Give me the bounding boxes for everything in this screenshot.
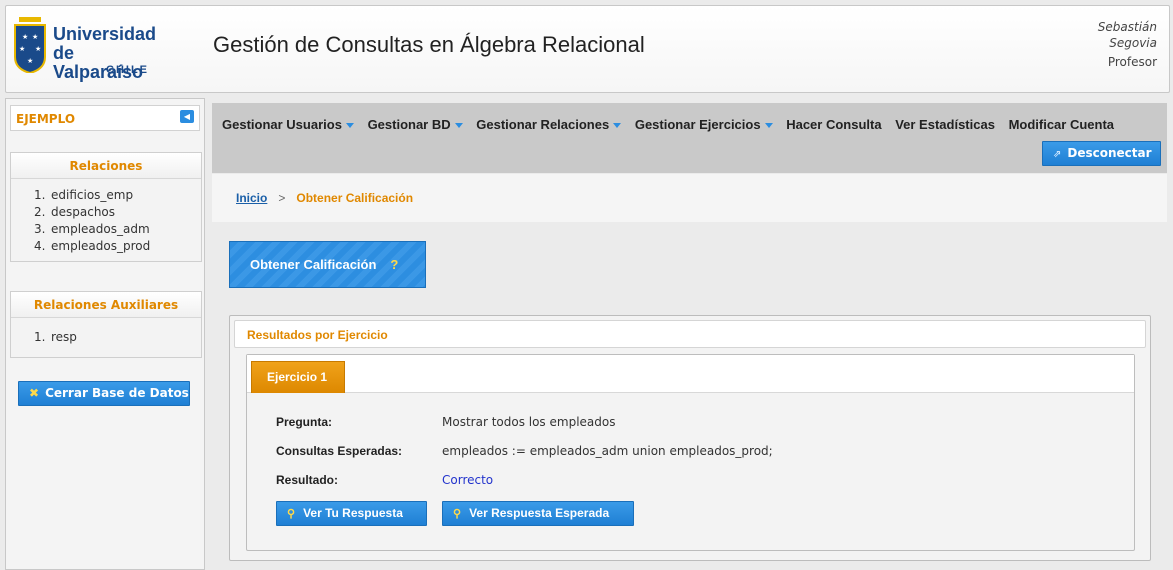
nav-hacer-consulta[interactable]: Hacer Consulta bbox=[786, 117, 881, 132]
expected-label: Consultas Esperadas: bbox=[276, 444, 403, 458]
exercise-tabbar: Ejercicio 1 bbox=[247, 355, 1134, 393]
view-expected-answer-button[interactable]: ⚲ Ver Respuesta Esperada bbox=[442, 501, 634, 526]
relation-name: empleados_prod bbox=[51, 239, 151, 253]
question-label: Pregunta: bbox=[276, 415, 333, 429]
logout-label: Desconectar bbox=[1067, 146, 1152, 160]
nav-label: Gestionar BD bbox=[367, 117, 451, 132]
relations-title: Relaciones bbox=[11, 153, 201, 179]
svg-text:★: ★ bbox=[19, 45, 25, 53]
help-icon[interactable]: ? bbox=[390, 257, 398, 272]
nav-label: Hacer Consulta bbox=[786, 117, 882, 132]
logo-line-2: de Valparaíso bbox=[53, 43, 144, 82]
user-role: Profesor bbox=[1107, 55, 1157, 69]
svg-text:★: ★ bbox=[35, 45, 41, 53]
aux-relation-item[interactable]: 1. resp bbox=[11, 329, 201, 346]
get-grade-button[interactable]: Obtener Calificación? bbox=[229, 241, 426, 288]
view-your-answer-button[interactable]: ⚲ Ver Tu Respuesta bbox=[276, 501, 427, 526]
main-nav: Gestionar Usuarios Gestionar BD Gestiona… bbox=[212, 103, 1167, 173]
nav-gestionar-relaciones[interactable]: Gestionar Relaciones bbox=[476, 117, 622, 132]
breadcrumb-home-link[interactable]: Inicio bbox=[236, 191, 267, 205]
aux-relations-body: 1. resp bbox=[11, 318, 201, 357]
relation-name: edificios_emp bbox=[51, 188, 134, 202]
result-value: Correcto bbox=[442, 473, 494, 487]
results-header: Resultados por Ejercicio bbox=[234, 320, 1146, 348]
relation-name: despachos bbox=[51, 205, 116, 219]
view-expected-answer-label: Ver Respuesta Esperada bbox=[469, 506, 610, 520]
aux-relations-title: Relaciones Auxiliares bbox=[11, 292, 201, 318]
nav-gestionar-ejercicios[interactable]: Gestionar Ejercicios bbox=[635, 117, 773, 132]
logout-button[interactable]: ⇗ Desconectar bbox=[1042, 141, 1161, 166]
nav-gestionar-usuarios[interactable]: Gestionar Usuarios bbox=[222, 117, 354, 132]
user-last-name: Segovia bbox=[1109, 36, 1157, 50]
close-database-label: Cerrar Base de Datos bbox=[45, 386, 189, 400]
database-name: EJEMPLO bbox=[16, 112, 76, 126]
header: ★ ★ ★ ★ ★ Universidad de Valparaíso CHIL… bbox=[5, 5, 1170, 93]
list-number: 2. bbox=[34, 205, 46, 219]
view-your-answer-label: Ver Tu Respuesta bbox=[303, 506, 403, 520]
sidebar: EJEMPLO ◀ Relaciones 1. edificios_emp 2. d… bbox=[5, 98, 205, 570]
collapse-sidebar-button[interactable]: ◀ bbox=[180, 110, 194, 123]
relation-name: empleados_adm bbox=[51, 222, 150, 236]
chevron-down-icon bbox=[454, 123, 463, 129]
breadcrumb: Inicio > Obtener Calificación bbox=[236, 191, 413, 205]
breadcrumb-current: Obtener Calificación bbox=[296, 191, 414, 205]
nav-ver-estadisticas[interactable]: Ver Estadísticas bbox=[895, 117, 995, 132]
database-header: EJEMPLO ◀ bbox=[10, 105, 200, 131]
relation-name: resp bbox=[51, 330, 77, 344]
list-number: 4. bbox=[34, 239, 46, 253]
get-grade-label: Obtener Calificación bbox=[250, 257, 377, 272]
chevron-down-icon bbox=[764, 123, 773, 129]
nav-label: Gestionar Relaciones bbox=[476, 117, 610, 132]
list-number: 1. bbox=[34, 330, 46, 344]
close-icon: ✖ bbox=[29, 386, 40, 400]
relation-item[interactable]: 2. despachos bbox=[11, 204, 201, 221]
relations-list: 1. edificios_emp 2. despachos 3. empleados_… bbox=[11, 187, 201, 255]
relation-item[interactable]: 4. empleados_prod bbox=[11, 238, 201, 255]
relation-item[interactable]: 3. empleados_adm bbox=[11, 221, 201, 238]
breadcrumb-separator: > bbox=[278, 191, 286, 205]
list-number: 1. bbox=[34, 188, 46, 202]
university-logo[interactable]: ★ ★ ★ ★ ★ Universidad de Valparaíso CHIL… bbox=[13, 13, 156, 83]
tab-exercise-1[interactable]: Ejercicio 1 bbox=[251, 361, 345, 393]
aux-relations-panel: Relaciones Auxiliares 1. resp bbox=[10, 291, 202, 358]
breadcrumb-bar: Inicio > Obtener Calificación bbox=[212, 174, 1167, 222]
list-number: 3. bbox=[34, 222, 46, 236]
logo-country: CHILE bbox=[106, 64, 149, 76]
svg-text:★: ★ bbox=[32, 33, 38, 41]
logo-line-1: Universidad bbox=[53, 24, 157, 44]
nav-menu: Gestionar Usuarios Gestionar BD Gestiona… bbox=[222, 117, 1124, 132]
relations-panel: Relaciones 1. edificios_emp 2. despachos 3… bbox=[10, 152, 202, 262]
results-title: Resultados por Ejercicio bbox=[247, 328, 388, 342]
user-first-name: Sebastián bbox=[1097, 20, 1157, 34]
chevron-down-icon bbox=[345, 123, 354, 129]
nav-label: Gestionar Ejercicios bbox=[634, 117, 761, 132]
close-database-button[interactable]: ✖ Cerrar Base de Datos bbox=[18, 381, 190, 406]
question-value: Mostrar todos los empleados bbox=[442, 415, 616, 429]
nav-gestionar-bd[interactable]: Gestionar BD bbox=[368, 117, 463, 132]
aux-relations-list: 1. resp bbox=[11, 329, 201, 346]
results-panel: Resultados por Ejercicio Ejercicio 1 Pre… bbox=[229, 315, 1151, 561]
search-icon: ⚲ bbox=[287, 508, 296, 520]
relation-item[interactable]: 1. edificios_emp bbox=[11, 187, 201, 204]
result-label: Resultado: bbox=[276, 473, 339, 487]
app-title: Gestión de Consultas en Álgebra Relacion… bbox=[213, 32, 645, 57]
relations-body: 1. edificios_emp 2. despachos 3. empleados_… bbox=[11, 179, 201, 261]
nav-modificar-cuenta[interactable]: Modificar Cuenta bbox=[1009, 117, 1114, 132]
svg-text:★: ★ bbox=[22, 33, 28, 41]
external-link-icon: ⇗ bbox=[1053, 149, 1062, 160]
user-info: Sebastián Segovia Profesor bbox=[1098, 19, 1157, 70]
shield-logo-icon: ★ ★ ★ ★ ★ bbox=[14, 17, 46, 73]
expected-value: empleados := empleados_adm union emplead… bbox=[442, 444, 773, 458]
nav-label: Modificar Cuenta bbox=[1008, 117, 1115, 132]
search-icon: ⚲ bbox=[453, 508, 462, 520]
chevron-down-icon bbox=[613, 123, 622, 129]
nav-label: Ver Estadísticas bbox=[895, 117, 995, 132]
nav-label: Gestionar Usuarios bbox=[222, 117, 342, 132]
exercise-box: Ejercicio 1 Pregunta: Mostrar todos los … bbox=[246, 354, 1135, 551]
svg-text:★: ★ bbox=[27, 57, 33, 65]
